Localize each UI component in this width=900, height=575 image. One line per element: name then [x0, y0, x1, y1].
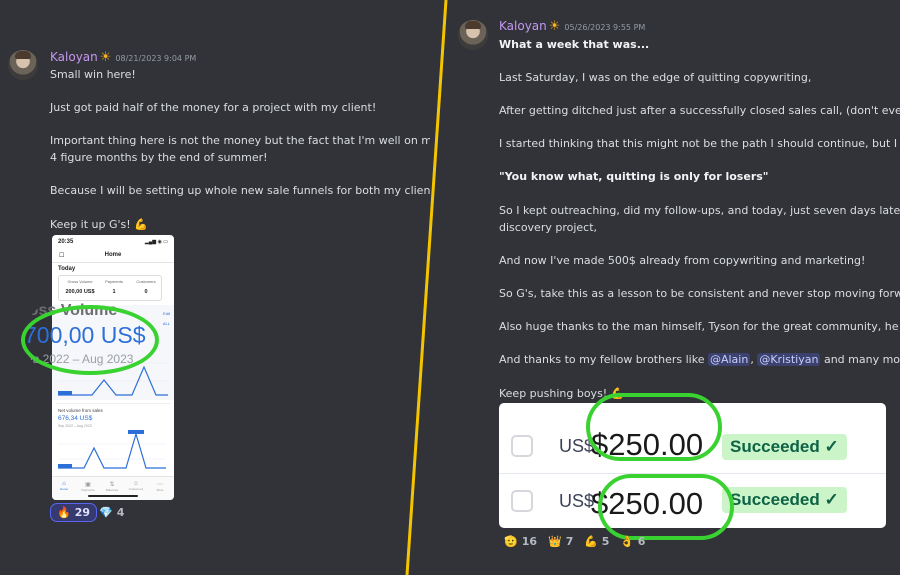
metric-label: Payments: [105, 279, 123, 284]
username[interactable]: Kaloyan: [499, 19, 547, 33]
phone-section-title: Today: [58, 266, 76, 272]
tab-label: Payments: [81, 488, 95, 492]
phone-all-link[interactable]: ALL: [163, 321, 170, 326]
message-line: I started thinking that this might not b…: [499, 137, 900, 150]
message-line: After getting ditched just after a succe…: [499, 104, 900, 117]
left-message-panel: Kaloyan ☀ 08/21/2023 9:04 PM Small win her…: [0, 0, 430, 575]
reaction-ok-hand[interactable]: 👌 6: [614, 532, 651, 551]
phone-status-icons: ▂▄▆ ◉ ▭: [144, 239, 168, 245]
message-line: Last Saturday, I was on the edge of quit…: [499, 71, 812, 84]
fire-icon: 🔥: [57, 506, 71, 519]
metric-value: 0: [144, 289, 148, 295]
metric-label: Customers: [136, 279, 156, 284]
muscle-icon: 💪: [584, 535, 598, 548]
phone-divider: [52, 262, 174, 263]
metric-value: 1: [112, 289, 116, 295]
crown-icon: 👑: [548, 535, 562, 548]
phone-tab-payments[interactable]: ▣ Payments: [78, 481, 98, 492]
salute-icon: 🫡: [504, 535, 518, 548]
message-line: So G's, take this as a lesson to be cons…: [499, 287, 900, 300]
phone-tab-home[interactable]: ⌂ Home: [54, 481, 74, 491]
username[interactable]: Kaloyan: [50, 50, 98, 64]
phone-tab-customers[interactable]: ☺ Customers: [126, 481, 146, 491]
reaction-salute[interactable]: 🫡 16: [498, 532, 543, 551]
reaction-count: 4: [116, 506, 125, 519]
sun-badge-icon: ☀: [548, 19, 561, 34]
avatar[interactable]: [8, 50, 38, 80]
status-badge: Succeeded ✓: [722, 487, 847, 513]
reaction-count: 16: [521, 535, 538, 548]
tab-label: Home: [59, 487, 68, 491]
message-line: And now I've made 500$ already from copy…: [499, 254, 866, 267]
reaction-count: 29: [74, 506, 91, 519]
avatar[interactable]: [458, 20, 488, 50]
status-badge: Succeeded ✓: [722, 434, 847, 460]
message-line: Keep it up G's! 💪: [50, 218, 148, 231]
message-line: Important thing here is not the money bu…: [50, 134, 430, 147]
payment-currency: US$: [559, 491, 595, 511]
phone-metrics-card: Gross Volume 200,00 US$ Payments 1 Custo…: [58, 275, 162, 301]
phone-tab-more[interactable]: ⋯ More: [150, 481, 170, 492]
tab-label: More: [156, 488, 164, 492]
message-quote: "You know what, quitting is only for los…: [499, 170, 769, 183]
message-headline: What a week that was...: [499, 38, 650, 51]
message-line: So I kept outreaching, did my follow-ups…: [499, 204, 900, 217]
highlight-ring: [21, 305, 159, 375]
sun-badge-icon: ☀: [99, 50, 112, 65]
thanks-prefix: And thanks to my fellow brothers like: [499, 353, 708, 366]
metric-label: Gross Volume: [67, 279, 93, 284]
thanks-suffix: and many more for: [823, 353, 900, 366]
diamond-icon: 💎: [99, 506, 113, 519]
message-line: Small win here!: [50, 68, 136, 81]
phone-tab-bar: ⌂ Home ▣ Payments ⇅ Balances ☺ Customers ⋯ Mo…: [52, 476, 174, 500]
mention-alain[interactable]: @Alain: [707, 353, 751, 366]
metric-value: 200,00 US$: [65, 289, 95, 295]
reaction-crown[interactable]: 👑 7: [542, 532, 579, 551]
phone-tab-balances[interactable]: ⇅ Balances: [102, 481, 122, 492]
message-line: Just got paid half of the money for a pr…: [50, 101, 377, 114]
reaction-count: 7: [565, 535, 574, 548]
timestamp: 08/21/2023 9:04 PM: [115, 54, 197, 63]
message-line: Because I will be setting up whole new s…: [50, 184, 430, 197]
message-header: Kaloyan ☀ 08/21/2023 9:04 PM: [50, 50, 196, 65]
net-volume-card: Net volume from sales 676,34 US$ Sep 202…: [56, 403, 170, 473]
phone-edit-link[interactable]: Edit: [163, 311, 170, 316]
message-line: Also huge thanks to the man himself, Tys…: [499, 320, 900, 333]
payment-checkbox[interactable]: [511, 490, 533, 512]
phone-title: Home: [104, 252, 122, 258]
message-line: 4 figure months by the end of summer!: [50, 151, 268, 164]
reaction-diamond[interactable]: 💎 4: [93, 503, 130, 522]
reaction-muscle[interactable]: 💪 5: [578, 532, 615, 551]
reaction-count: 5: [601, 535, 610, 548]
reaction-fire[interactable]: 🔥 29: [50, 503, 98, 522]
ok-hand-icon: 👌: [620, 535, 634, 548]
phone-home-indicator: [88, 495, 138, 497]
highlight-ring: [586, 393, 722, 461]
mention-kristiyan[interactable]: @Kristiyan: [757, 353, 821, 366]
message-line-thanks: And thanks to my fellow brothers like @A…: [499, 353, 900, 366]
timestamp: 05/26/2023 9:55 PM: [564, 23, 646, 32]
message-header: Kaloyan ☀ 05/26/2023 9:55 PM: [499, 19, 645, 34]
net-volume-chart: [58, 430, 166, 469]
message-line: discovery project,: [499, 221, 598, 234]
right-message-panel: Kaloyan ☀ 05/26/2023 9:55 PM What a week t…: [430, 0, 900, 575]
reaction-count: 6: [637, 535, 646, 548]
phone-status-time: 20:35: [58, 239, 74, 245]
payment-checkbox[interactable]: [511, 435, 533, 457]
tab-label: Customers: [128, 487, 144, 491]
highlight-ring: [598, 474, 734, 540]
tab-label: Balances: [105, 488, 119, 492]
